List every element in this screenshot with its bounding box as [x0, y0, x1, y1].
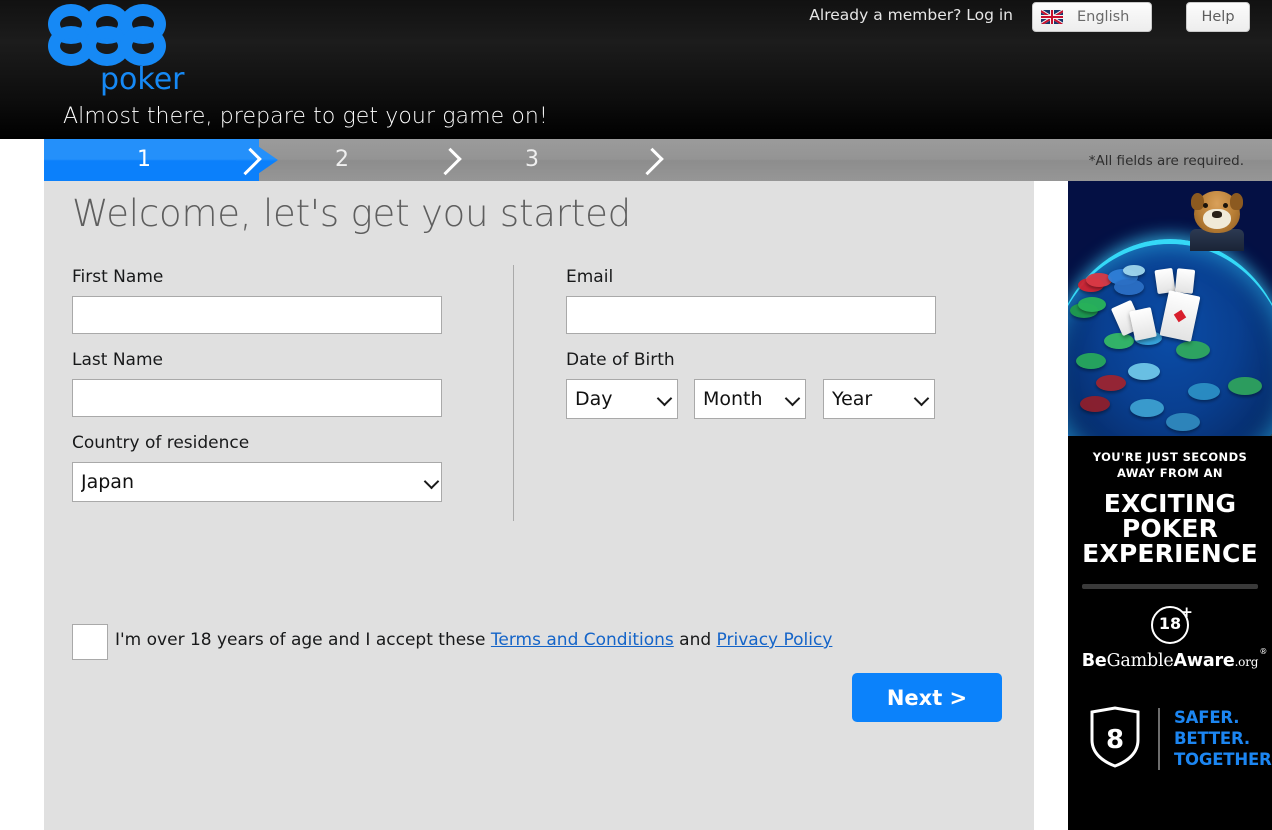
playing-card — [1174, 268, 1196, 294]
last-name-label: Last Name — [72, 350, 163, 370]
safer-divider — [1158, 708, 1160, 770]
uk-flag-icon — [1041, 10, 1063, 24]
dob-month-wrapper[interactable]: Month — [694, 379, 806, 419]
help-button[interactable]: Help — [1186, 2, 1250, 32]
required-fields-note: *All fields are required. — [1088, 153, 1244, 169]
safer-line-3: TOGETHER. — [1174, 750, 1272, 769]
terms-checkbox[interactable] — [72, 624, 108, 660]
bga-aware: Aware — [1173, 651, 1235, 671]
banner-copy-line1: YOU'RE JUST SECONDS — [1092, 450, 1248, 464]
safer-text: SAFER. BETTER. TOGETHER. — [1174, 707, 1272, 770]
begambleaware-wordmark: BeGambleAware.org ® — [1081, 647, 1268, 671]
email-input[interactable] — [566, 296, 936, 334]
poker-chip — [1166, 413, 1200, 431]
registration-form-panel: Welcome, let's get you started First Nam… — [44, 181, 1034, 830]
first-name-input[interactable] — [72, 296, 442, 334]
dob-day-wrapper[interactable]: Day — [566, 379, 678, 419]
country-select-wrapper[interactable]: Japan — [72, 462, 442, 502]
safer-line-1: SAFER. — [1174, 708, 1240, 727]
poker-chip — [1080, 396, 1110, 412]
dob-label: Date of Birth — [566, 350, 675, 370]
age-18-plus-icon: 18 + — [1151, 605, 1193, 644]
header-tagline: Almost there, prepare to get your game o… — [63, 104, 548, 129]
registration-progress-bar: 1 2 3 *All fields are required. — [44, 139, 1272, 181]
poker-chip — [1128, 363, 1160, 380]
column-divider — [513, 265, 514, 521]
poker-chip — [1188, 383, 1220, 400]
888poker-logo[interactable]: poker — [48, 4, 185, 97]
banner-copy-line2: AWAY FROM AN — [1117, 466, 1223, 480]
chevron-right-icon-2 — [434, 147, 462, 176]
bulldog-mascot-icon — [1190, 187, 1244, 251]
poker-chip — [1130, 399, 1164, 417]
banner-divider — [1082, 584, 1258, 589]
dob-day-select[interactable]: Day — [566, 379, 678, 419]
language-selector[interactable]: English — [1032, 2, 1152, 32]
poker-table-artwork — [1068, 181, 1272, 436]
email-label: Email — [566, 267, 614, 287]
logo-888-icon — [48, 4, 166, 66]
poker-chip — [1096, 375, 1126, 391]
step-indicator-1[interactable]: 1 — [129, 139, 159, 181]
poker-chip — [1114, 279, 1144, 295]
banner-copy: YOU'RE JUST SECONDS AWAY FROM AN EXCITIN… — [1068, 449, 1272, 566]
country-select[interactable]: Japan — [72, 462, 442, 502]
last-name-input[interactable] — [72, 379, 442, 417]
country-label: Country of residence — [72, 433, 250, 453]
poker-chip — [1078, 297, 1106, 312]
banner-copy-big-3: EXPERIENCE — [1082, 539, 1258, 568]
poker-chip — [1176, 341, 1210, 359]
dob-year-wrapper[interactable]: Year — [823, 379, 935, 419]
poker-chip — [1123, 265, 1145, 276]
promo-banner[interactable]: YOU'RE JUST SECONDS AWAY FROM AN EXCITIN… — [1068, 181, 1272, 830]
terms-text-between: and — [673, 630, 717, 650]
bga-registered-icon: ® — [1259, 647, 1268, 656]
shield-icon: 8 — [1088, 706, 1142, 768]
bga-org: .org — [1234, 655, 1259, 669]
language-label: English — [1077, 9, 1130, 25]
poker-chip — [1228, 377, 1262, 395]
step-indicator-3[interactable]: 3 — [517, 139, 547, 181]
begambleaware-logo[interactable]: 18 + BeGambleAware.org ® — [1068, 605, 1272, 672]
next-button[interactable]: Next > — [852, 673, 1002, 722]
banner-copy-big-1: EXCITING — [1103, 489, 1237, 518]
poker-chip — [1104, 333, 1134, 349]
first-name-label: First Name — [72, 267, 164, 287]
shield-number-text: 8 — [1106, 725, 1124, 755]
terms-text: I'm over 18 years of age and I accept th… — [115, 630, 832, 650]
dob-year-select[interactable]: Year — [823, 379, 935, 419]
dob-month-select[interactable]: Month — [694, 379, 806, 419]
site-header: poker Almost there, prepare to get your … — [0, 0, 1272, 139]
page-title: Welcome, let's get you started — [72, 192, 631, 235]
logo-poker-text: poker — [100, 62, 185, 97]
privacy-policy-link[interactable]: Privacy Policy — [717, 630, 833, 650]
bga-gamble: Gamble — [1106, 651, 1174, 671]
banner-copy-big-2: POKER — [1121, 514, 1219, 543]
chevron-right-icon-3 — [636, 147, 664, 176]
step-indicator-2[interactable]: 2 — [327, 139, 357, 181]
terms-and-conditions-link[interactable]: Terms and Conditions — [491, 630, 674, 650]
login-link[interactable]: Already a member? Log in — [809, 6, 1013, 24]
safer-line-2: BETTER. — [1174, 729, 1250, 748]
terms-text-before: I'm over 18 years of age and I accept th… — [115, 630, 491, 650]
bga-be: Be — [1081, 651, 1107, 671]
poker-chip — [1076, 353, 1106, 369]
safer-better-together-logo[interactable]: 8 SAFER. BETTER. TOGETHER. — [1082, 706, 1272, 776]
